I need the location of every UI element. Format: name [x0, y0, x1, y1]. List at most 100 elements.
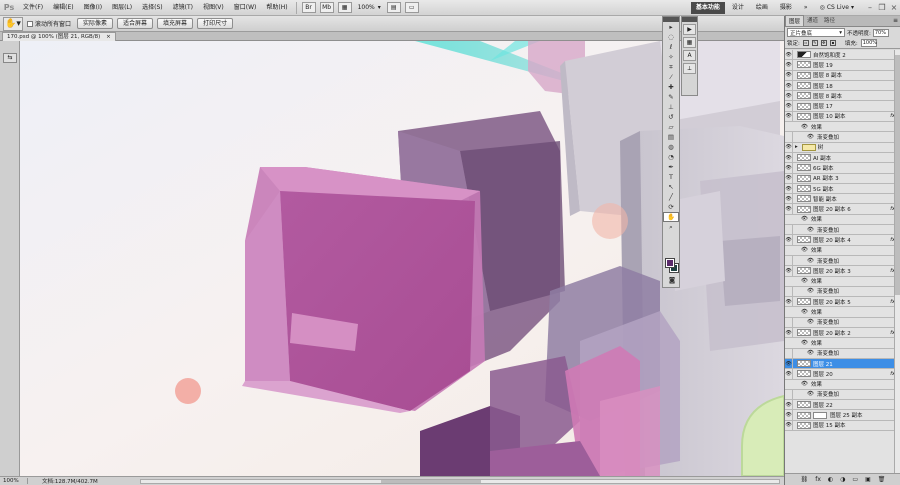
visibility-eye-icon[interactable]: 👁 [785, 142, 793, 152]
panel-menu-icon[interactable]: ≡ [893, 17, 898, 24]
brush-tool-icon[interactable]: ✎ [663, 92, 679, 102]
layer-effect-row[interactable]: 👁 效果 [785, 246, 900, 256]
visibility-eye-icon[interactable]: 👁 [785, 266, 793, 276]
layer-effect-row[interactable]: 👁 渐变叠加 [785, 317, 900, 329]
effect-eye-icon[interactable]: 👁 [801, 124, 808, 130]
workspace-2[interactable]: 绘画 [751, 2, 773, 14]
menu-item-0[interactable]: 文件(F) [18, 0, 48, 16]
visibility-eye-icon[interactable] [785, 389, 793, 400]
effect-eye-icon[interactable]: 👁 [801, 247, 808, 253]
delete-layer-icon[interactable]: 🗑 [878, 476, 886, 483]
layer-row[interactable]: 👁 图层 20 副本 4 fx [785, 235, 900, 246]
layer-row[interactable]: 👁 智能 副本 [785, 194, 900, 205]
expand-arrow-icon[interactable]: ▸ [795, 144, 798, 150]
menu-item-6[interactable]: 视图(V) [198, 0, 229, 16]
effect-eye-icon[interactable]: 👁 [801, 216, 808, 222]
layer-effect-row[interactable]: 👁 效果 [785, 277, 900, 287]
layer-row[interactable]: 👁 图层 20 副本 3 fx [785, 266, 900, 277]
layers-scrollbar[interactable] [894, 50, 900, 473]
blur-tool-icon[interactable]: ◍ [663, 142, 679, 152]
workspace-0[interactable]: 基本功能 [690, 1, 725, 14]
visibility-eye-icon[interactable]: 👁 [785, 152, 793, 163]
layer-row[interactable]: 👁 图层 8 副本 [785, 70, 900, 81]
visibility-eye-icon[interactable]: 👁 [785, 183, 793, 194]
quick-mask-icon[interactable]: ◙ [664, 275, 680, 285]
visibility-eye-icon[interactable] [785, 338, 793, 347]
visibility-eye-icon[interactable] [785, 225, 793, 235]
3d-rotate-tool-icon[interactable]: ⟳ [663, 202, 679, 212]
menu-item-1[interactable]: 编辑(E) [48, 0, 78, 16]
visibility-eye-icon[interactable] [785, 286, 793, 297]
visibility-eye-icon[interactable]: 👁 [785, 369, 793, 379]
layer-row[interactable]: 👁 图层 18 [785, 80, 900, 92]
visibility-eye-icon[interactable]: 👁 [785, 400, 793, 410]
layer-row[interactable]: 👁 图层 21 [785, 358, 900, 370]
status-zoom[interactable]: 100% [0, 478, 28, 484]
menu-item-7[interactable]: 窗口(W) [229, 0, 262, 16]
layer-row[interactable]: 👁 图层 15 副本 [785, 420, 900, 431]
effect-eye-icon[interactable]: 👁 [807, 319, 814, 325]
effect-eye-icon[interactable]: 👁 [807, 134, 814, 140]
visibility-eye-icon[interactable]: 👁 [785, 70, 793, 80]
visibility-eye-icon[interactable] [785, 246, 793, 255]
gradient-tool-icon[interactable]: ▤ [663, 132, 679, 142]
effect-eye-icon[interactable]: 👁 [807, 227, 814, 233]
visibility-eye-icon[interactable]: 👁 [785, 60, 793, 70]
effect-eye-icon[interactable]: 👁 [801, 278, 808, 284]
effect-eye-icon[interactable]: 👁 [807, 391, 814, 397]
path-select-tool-icon[interactable]: ↖ [663, 182, 679, 192]
dodge-tool-icon[interactable]: ◔ [663, 152, 679, 162]
effect-eye-icon[interactable]: 👁 [801, 309, 808, 315]
lasso-tool-icon[interactable]: ℓ [663, 42, 679, 52]
eraser-tool-icon[interactable]: ▱ [663, 122, 679, 132]
add-mask-icon[interactable]: ◐ [828, 476, 833, 483]
view-button-2[interactable]: 填充屏幕 [157, 18, 194, 29]
pen-tool-icon[interactable]: ✒ [663, 162, 679, 172]
menu-item-2[interactable]: 图像(I) [79, 0, 107, 16]
layer-effect-row[interactable]: 👁 渐变叠加 [785, 286, 900, 298]
layer-row[interactable]: 👁 图层 22 [785, 400, 900, 411]
visibility-eye-icon[interactable] [785, 255, 793, 266]
adjustment-layer-icon[interactable]: ◑ [840, 476, 845, 483]
clone-stamp-tool-icon[interactable]: ⊥ [663, 102, 679, 112]
menu-item-3[interactable]: 图层(L) [107, 0, 137, 16]
character-icon[interactable]: A [683, 50, 696, 61]
lock-all-icon[interactable]: ▪ [829, 40, 836, 46]
view-button-3[interactable]: 打印尺寸 [197, 18, 234, 29]
new-group-icon[interactable]: ▭ [852, 476, 858, 483]
layer-row[interactable]: 👁 图层 8 副本 [785, 91, 900, 102]
layer-effect-row[interactable]: 👁 渐变叠加 [785, 255, 900, 267]
history-brush-tool-icon[interactable]: ↺ [663, 112, 679, 122]
layer-effect-row[interactable]: 👁 效果 [785, 338, 900, 349]
view-button-0[interactable]: 实际像素 [77, 18, 114, 29]
restore-icon[interactable]: ❐ [876, 2, 888, 14]
new-layer-icon[interactable]: ▣ [865, 476, 871, 483]
visibility-eye-icon[interactable]: 👁 [785, 204, 793, 214]
layer-effect-row[interactable]: 👁 效果 [785, 380, 900, 390]
document-tab[interactable]: 170.psd @ 100% (图层 21, RGB/8) × [2, 32, 116, 41]
screen-mode-icon[interactable]: ▭ [404, 2, 419, 13]
visibility-eye-icon[interactable] [785, 380, 793, 389]
layer-row[interactable]: 👁 AI 副本 [785, 152, 900, 164]
panel-tab-2[interactable]: 路径 [821, 15, 838, 26]
lock-position-icon[interactable]: ✥ [820, 40, 827, 46]
document-info[interactable]: 文档:128.7M/402.7M [28, 477, 98, 485]
lock-image-icon[interactable]: ✎ [811, 40, 818, 46]
layer-effect-row[interactable]: 👁 效果 [785, 307, 900, 318]
scroll-all-windows-checkbox[interactable]: 滚动所有窗口 [27, 19, 71, 28]
paragraph-icon[interactable]: ⟂ [683, 63, 696, 74]
visibility-eye-icon[interactable] [785, 122, 793, 131]
layer-row[interactable]: 👁 图层 25 副本 [785, 410, 900, 421]
add-style-icon[interactable]: fx [815, 476, 821, 483]
visibility-eye-icon[interactable]: 👁 [785, 328, 793, 338]
visibility-eye-icon[interactable]: 👁 [785, 173, 793, 183]
layer-row[interactable]: 👁 图层 20 fx [785, 369, 900, 380]
opacity-field[interactable]: 70% [872, 28, 889, 37]
minimize-icon[interactable]: – [864, 2, 876, 14]
crop-tool-icon[interactable]: ⌗ [663, 62, 679, 72]
zoom-tool-icon[interactable]: ⌕ [663, 222, 679, 232]
menu-item-4[interactable]: 选择(S) [137, 0, 168, 16]
close-tab-icon[interactable]: × [106, 34, 111, 40]
blend-mode-select[interactable]: 正片叠底 ▾ [787, 28, 845, 37]
hand-tool-icon[interactable]: ✋ [663, 212, 679, 222]
